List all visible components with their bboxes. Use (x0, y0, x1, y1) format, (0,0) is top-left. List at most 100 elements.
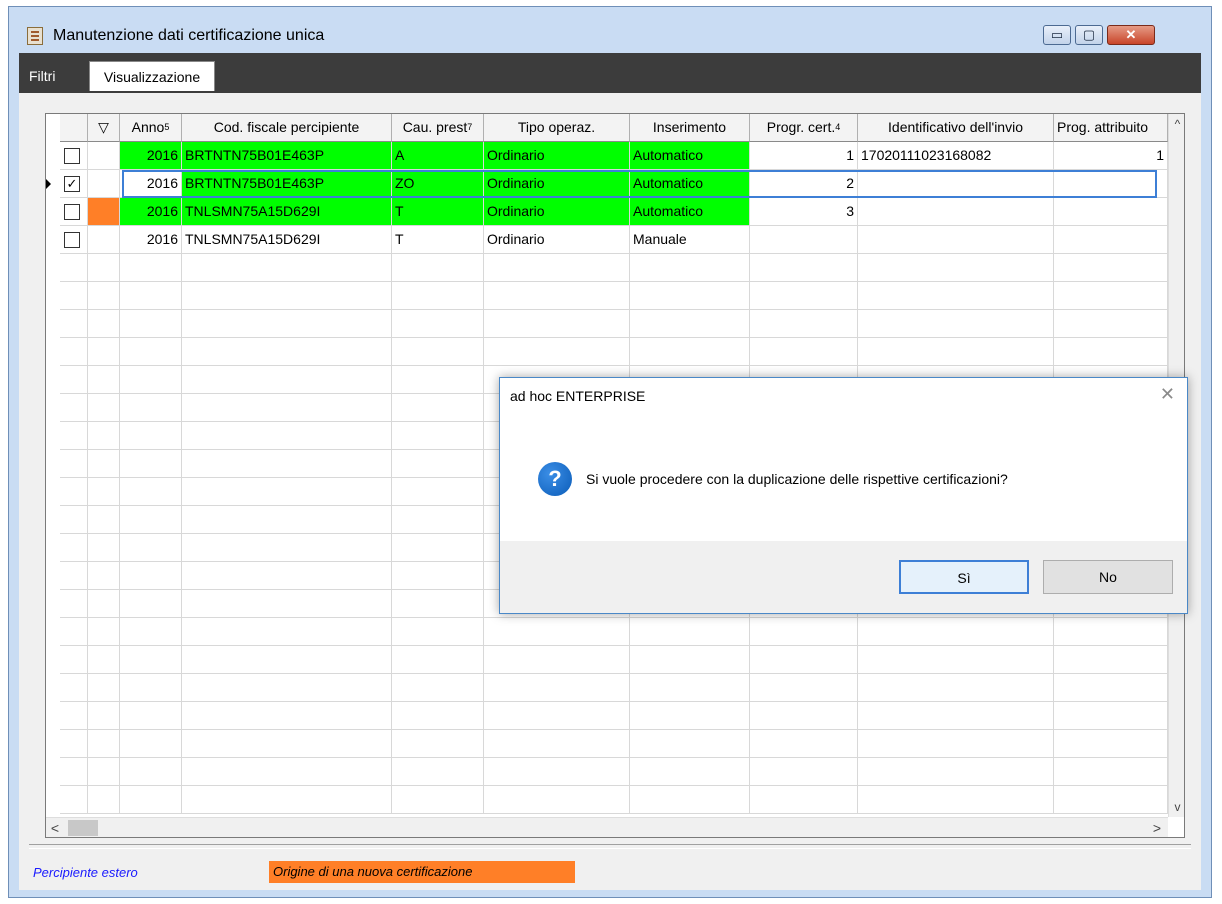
horizontal-scroll-thumb[interactable] (68, 820, 98, 836)
cell-cod-fiscale[interactable]: TNLSMN75A15D629I (182, 198, 392, 226)
cell-progr-cert[interactable] (750, 226, 858, 254)
empty-cell (120, 646, 182, 674)
minimize-button[interactable]: ▭ (1043, 25, 1071, 45)
cell-cau-prest[interactable]: ZO (392, 170, 484, 198)
cell-progr-cert[interactable]: 1 (750, 142, 858, 170)
empty-cell (120, 338, 182, 366)
empty-cell (88, 562, 120, 590)
cell-inserimento[interactable]: Automatico (630, 198, 750, 226)
empty-cell (60, 674, 88, 702)
header-inserimento[interactable]: Inserimento (630, 114, 750, 142)
tab-filtri[interactable]: Filtri (29, 61, 85, 91)
confirm-dialog: ad hoc ENTERPRISE ✕ ? Si vuole procedere… (499, 377, 1188, 614)
cell-identificativo[interactable] (858, 226, 1054, 254)
yes-button[interactable]: Sì (899, 560, 1029, 594)
empty-cell (60, 282, 88, 310)
empty-cell (750, 338, 858, 366)
empty-cell (120, 422, 182, 450)
empty-cell (858, 618, 1054, 646)
empty-cell (88, 254, 120, 282)
header-cod-fiscale[interactable]: Cod. fiscale percipiente (182, 114, 392, 142)
empty-cell (182, 450, 392, 478)
cell-anno[interactable]: 2016 (120, 198, 182, 226)
cell-cod-fiscale[interactable]: TNLSMN75A15D629I (182, 226, 392, 254)
empty-cell (182, 674, 392, 702)
scroll-right-arrow-icon[interactable]: > (1148, 818, 1166, 837)
cell-anno[interactable]: 2016 (120, 170, 182, 198)
empty-cell (858, 310, 1054, 338)
header-filter[interactable]: ▽ (88, 114, 120, 142)
origin-marker (88, 198, 120, 226)
cell-anno[interactable]: 2016 (120, 142, 182, 170)
row-checkbox[interactable]: ✓ (64, 176, 80, 192)
table-row[interactable]: 2016 TNLSMN75A15D629I T Ordinario Manual… (46, 226, 1184, 254)
cell-cau-prest[interactable]: T (392, 198, 484, 226)
table-row[interactable]: 2016 TNLSMN75A15D629I T Ordinario Automa… (46, 198, 1184, 226)
cell-identificativo[interactable] (858, 198, 1054, 226)
tab-visualizzazione[interactable]: Visualizzazione (89, 61, 215, 91)
tab-bar: Filtri Visualizzazione (19, 53, 1201, 93)
empty-cell (120, 506, 182, 534)
maximize-button[interactable]: ▢ (1075, 25, 1103, 45)
row-checkbox[interactable] (64, 148, 80, 164)
table-row[interactable]: ✓ 2016 BRTNTN75B01E463P ZO Ordinario Aut… (46, 170, 1184, 198)
header-anno[interactable]: Anno5 (120, 114, 182, 142)
empty-cell (750, 758, 858, 786)
empty-cell (60, 730, 88, 758)
cell-prog-attribuito[interactable] (1054, 226, 1168, 254)
cell-inserimento[interactable]: Automatico (630, 170, 750, 198)
empty-cell (1054, 310, 1168, 338)
empty-row (46, 338, 1184, 366)
cell-identificativo[interactable] (858, 170, 1054, 198)
empty-cell (88, 310, 120, 338)
row-checkbox[interactable] (64, 232, 80, 248)
cell-cod-fiscale[interactable]: BRTNTN75B01E463P (182, 170, 392, 198)
header-identificativo[interactable]: Identificativo dell'invio (858, 114, 1054, 142)
cell-anno[interactable]: 2016 (120, 226, 182, 254)
empty-cell (60, 310, 88, 338)
empty-cell (120, 786, 182, 814)
close-button[interactable]: ✕ (1107, 25, 1155, 45)
cell-tipo-operaz[interactable]: Ordinario (484, 226, 630, 254)
empty-cell (750, 254, 858, 282)
cell-cau-prest[interactable]: A (392, 142, 484, 170)
scroll-left-arrow-icon[interactable]: < (46, 818, 64, 837)
cell-tipo-operaz[interactable]: Ordinario (484, 142, 630, 170)
header-prog-attribuito[interactable]: Prog. attribuito (1054, 114, 1168, 142)
header-cau-prest[interactable]: Cau. prest7 (392, 114, 484, 142)
empty-cell (88, 478, 120, 506)
cell-inserimento[interactable]: Manuale (630, 226, 750, 254)
cell-tipo-operaz[interactable]: Ordinario (484, 198, 630, 226)
empty-cell (750, 786, 858, 814)
empty-cell (392, 254, 484, 282)
empty-cell (630, 254, 750, 282)
scroll-up-arrow-icon[interactable]: ^ (1169, 114, 1184, 134)
cell-progr-cert[interactable]: 3 (750, 198, 858, 226)
empty-cell (484, 758, 630, 786)
cell-prog-attribuito[interactable]: 1 (1054, 142, 1168, 170)
table-row[interactable]: 2016 BRTNTN75B01E463P A Ordinario Automa… (46, 142, 1184, 170)
row-checkbox[interactable] (64, 204, 80, 220)
horizontal-scrollbar[interactable]: < > (46, 817, 1168, 837)
empty-cell (60, 254, 88, 282)
cell-tipo-operaz[interactable]: Ordinario (484, 170, 630, 198)
scroll-down-arrow-icon[interactable]: v (1169, 797, 1184, 817)
empty-cell (88, 506, 120, 534)
cell-progr-cert[interactable]: 2 (750, 170, 858, 198)
empty-cell (182, 758, 392, 786)
cell-cod-fiscale[interactable]: BRTNTN75B01E463P (182, 142, 392, 170)
cell-identificativo[interactable]: 17020111023168082 (858, 142, 1054, 170)
cell-prog-attribuito[interactable] (1054, 170, 1168, 198)
header-tipo-operaz[interactable]: Tipo operaz. (484, 114, 630, 142)
cell-cau-prest[interactable]: T (392, 226, 484, 254)
empty-cell (60, 618, 88, 646)
empty-cell (484, 730, 630, 758)
empty-cell (120, 702, 182, 730)
cell-inserimento[interactable]: Automatico (630, 142, 750, 170)
dialog-close-icon[interactable]: ✕ (1160, 384, 1175, 405)
dialog-title: ad hoc ENTERPRISE (510, 388, 646, 404)
empty-cell (60, 366, 88, 394)
cell-prog-attribuito[interactable] (1054, 198, 1168, 226)
no-button[interactable]: No (1043, 560, 1173, 594)
header-progr-cert[interactable]: Progr. cert.4 (750, 114, 858, 142)
